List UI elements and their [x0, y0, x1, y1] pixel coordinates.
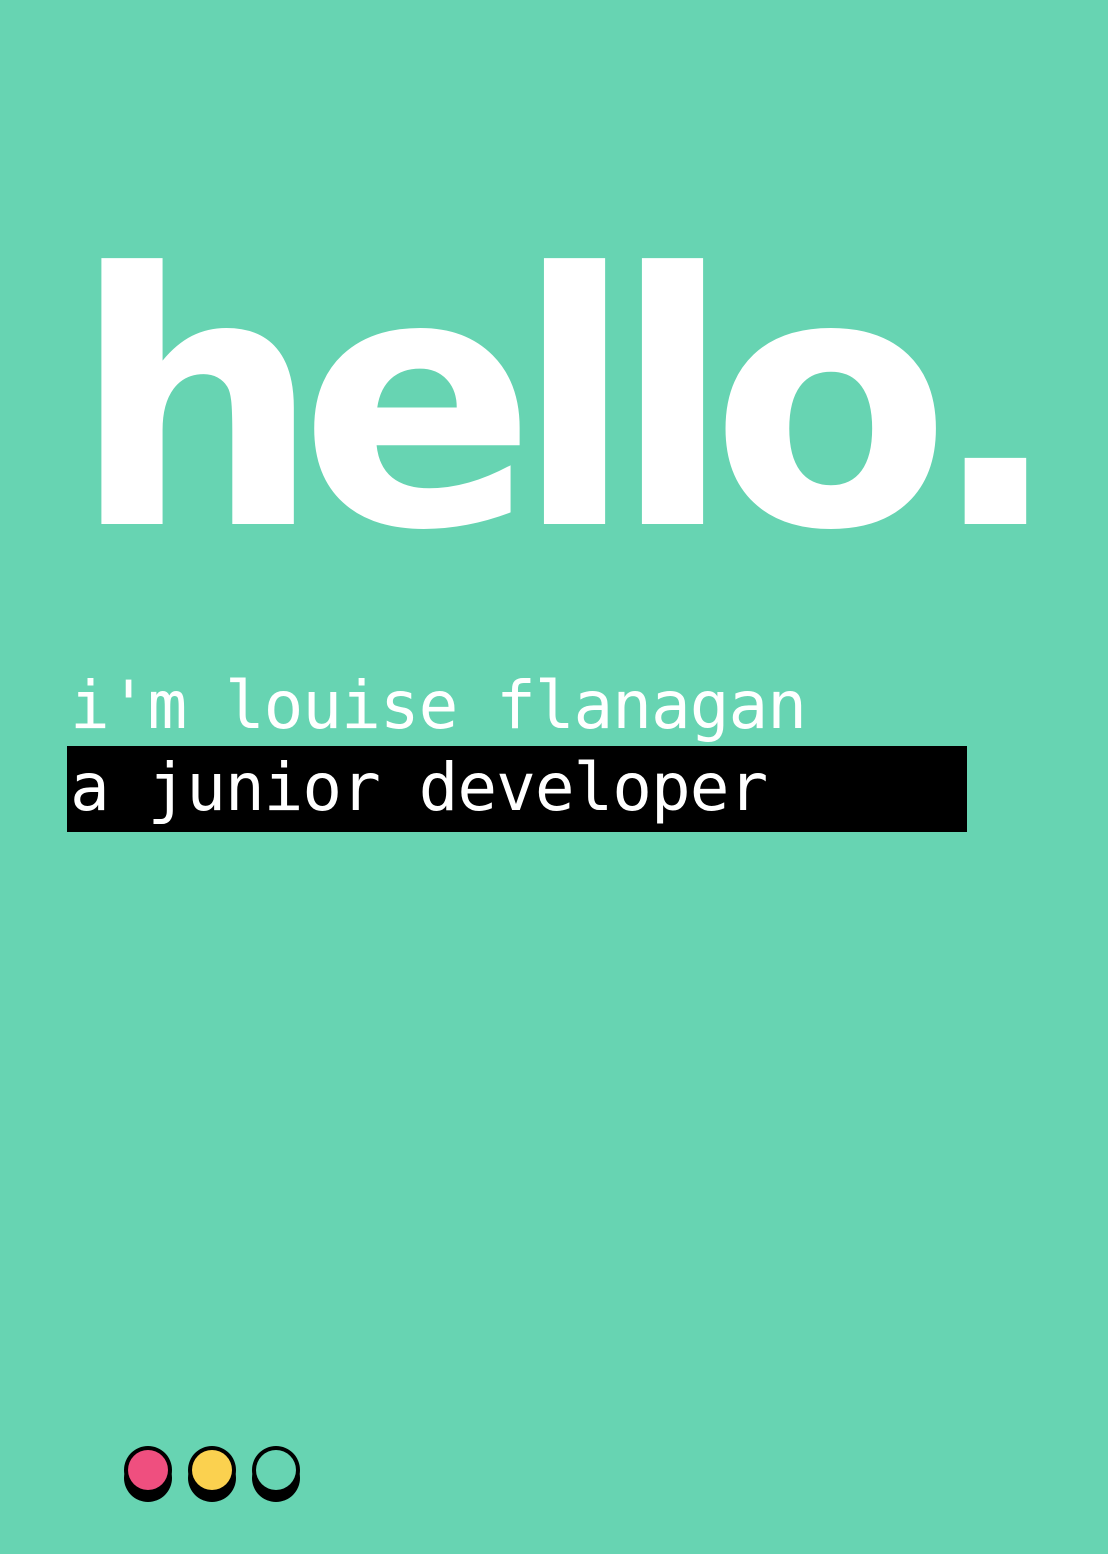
role-text: a junior developer	[70, 749, 768, 826]
intro-text: i'm louise flanagan	[70, 667, 807, 744]
close-dot-icon[interactable]	[124, 1446, 172, 1502]
minimize-dot-fill	[192, 1450, 232, 1490]
minimize-dot-icon[interactable]	[188, 1446, 236, 1502]
window-controls	[124, 1446, 304, 1506]
role-highlight: a junior developer	[67, 746, 967, 832]
close-dot-fill	[128, 1450, 168, 1490]
maximize-dot-icon[interactable]	[252, 1446, 300, 1502]
maximize-dot-fill	[256, 1450, 296, 1490]
hero-section: hello. i'm louise flanagan a junior deve…	[0, 0, 1108, 1554]
headline: hello.	[72, 199, 1062, 607]
